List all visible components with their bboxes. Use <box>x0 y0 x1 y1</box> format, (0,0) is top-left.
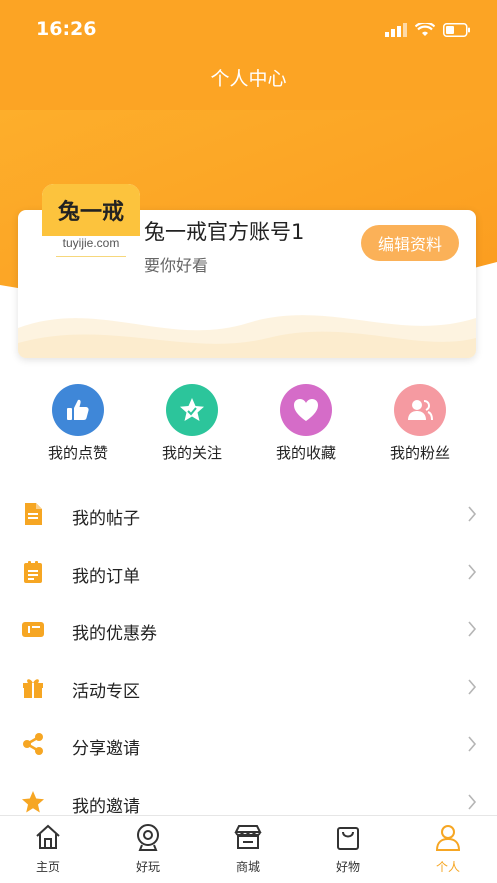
quick-action-label: 我的关注 <box>161 444 222 462</box>
star-icon <box>166 384 218 436</box>
avatar-underline <box>56 256 126 257</box>
battery-icon <box>443 23 470 37</box>
quick-action-likes[interactable]: 我的点赞 <box>38 384 118 463</box>
menu-label: 活动专区 <box>72 681 140 702</box>
quick-action-label: 我的粉丝 <box>389 444 450 462</box>
chevron-right-icon <box>468 736 477 752</box>
avatar-logo-text: 兔一戒 <box>42 184 140 236</box>
chevron-right-icon <box>468 793 477 810</box>
store-icon <box>234 825 262 849</box>
menu-label: 我的帖子 <box>72 509 140 529</box>
wifi-icon <box>415 23 435 36</box>
camera-icon <box>137 824 159 851</box>
star-icon <box>22 790 44 812</box>
tab-label: 好玩 <box>135 860 160 874</box>
home-icon <box>36 824 60 849</box>
menu-label: 我的订单 <box>72 566 140 587</box>
tab-label: 好物 <box>335 860 360 874</box>
quick-action-follows[interactable]: 我的关注 <box>152 384 232 463</box>
tab-goods[interactable]: 好物 <box>318 822 378 875</box>
avatar[interactable]: 兔一戒 tuyijie.com <box>42 184 140 270</box>
chevron-right-icon <box>468 678 477 695</box>
chevron-right-icon <box>468 621 477 637</box>
status-time: 16:26 <box>36 18 97 40</box>
quick-action-label: 我的收藏 <box>275 444 336 462</box>
wallet-icon <box>22 622 44 637</box>
document-icon <box>25 503 42 525</box>
menu-item-my-coupons[interactable]: 我的优惠券 <box>0 601 497 659</box>
profile-screen: 16:26 个人中心 兔一戒官方账号1 要你好看 编辑资料 兔一戒 tuyiji… <box>0 0 497 883</box>
gift-icon <box>23 678 43 698</box>
quick-actions: 我的点赞 我的关注 我的收藏 我的粉丝 <box>0 384 497 464</box>
tab-home[interactable]: 主页 <box>18 822 78 875</box>
share-icon <box>23 733 43 755</box>
chevron-right-icon <box>468 563 477 580</box>
quick-action-label: 我的点赞 <box>47 444 108 462</box>
tab-fun[interactable]: 好玩 <box>118 822 178 875</box>
chevron-right-icon <box>468 506 477 522</box>
menu-item-share-invite[interactable]: 分享邀请 <box>0 716 497 774</box>
person-icon <box>435 825 461 851</box>
card-wave-decoration <box>18 315 476 358</box>
quick-action-fans[interactable]: 我的粉丝 <box>380 384 460 463</box>
menu-item-my-posts[interactable]: 我的帖子 <box>0 486 497 544</box>
user-name: 兔一戒官方账号1 <box>144 220 305 244</box>
status-bar: 16:26 <box>0 0 497 56</box>
tab-personal[interactable]: 个人 <box>418 822 478 875</box>
heart-icon <box>280 384 332 436</box>
fans-icon <box>394 384 446 436</box>
avatar-logo-subtext: tuyijie.com <box>62 236 120 250</box>
menu-item-my-orders[interactable]: 我的订单 <box>0 544 497 602</box>
tab-store[interactable]: 商城 <box>218 822 278 875</box>
thumbs-up-icon <box>52 384 104 436</box>
clipboard-icon <box>24 560 42 583</box>
tab-label: 主页 <box>35 860 60 874</box>
menu-item-events[interactable]: 活动专区 <box>0 659 497 717</box>
tab-label: 商城 <box>235 860 260 874</box>
user-bio: 要你好看 <box>144 256 209 275</box>
bag-icon <box>337 827 359 850</box>
menu-label: 分享邀请 <box>72 739 140 759</box>
edit-profile-button[interactable]: 编辑资料 <box>361 225 459 261</box>
tab-bar: 主页 好玩 商城 好物 个人 <box>0 815 497 883</box>
menu-label: 我的优惠券 <box>72 624 157 644</box>
page-title: 个人中心 <box>210 68 287 90</box>
signal-icon <box>385 23 407 37</box>
menu-label: 我的邀请 <box>72 796 140 817</box>
tab-label: 个人 <box>435 860 460 874</box>
quick-action-favorites[interactable]: 我的收藏 <box>266 384 346 463</box>
menu-list: 我的帖子 我的订单 我的优惠券 活动专区 分享邀请 我的邀请 <box>0 486 497 831</box>
